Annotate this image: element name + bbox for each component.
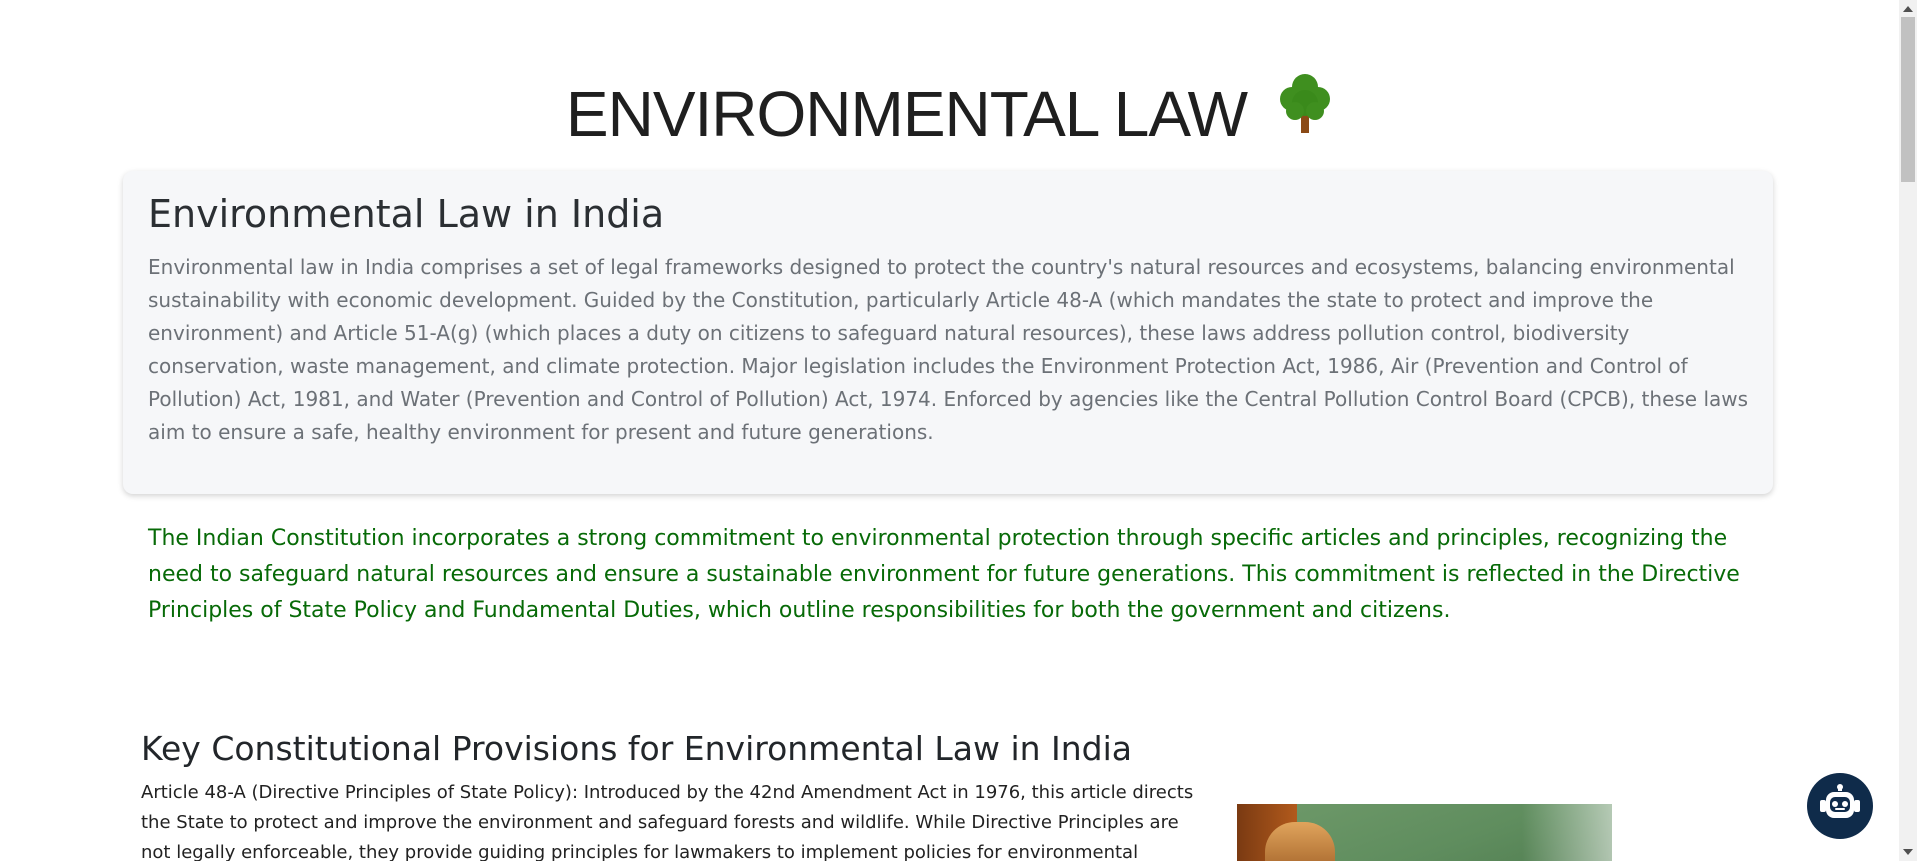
article-48a-text: Article 48-A (Directive Principles of St… xyxy=(141,782,1194,861)
site-title-text: ENVIRONMENTAL LAW xyxy=(565,77,1248,150)
page: ENVIRONMENTAL LAW Environmental Law in I… xyxy=(0,0,1899,861)
gavel-head xyxy=(1265,822,1335,861)
intro-body: Environmental law in India comprises a s… xyxy=(148,255,1749,444)
intro-card: Environmental Law in India Environmental… xyxy=(123,171,1773,494)
site-title: ENVIRONMENTAL LAW xyxy=(0,71,1899,162)
light-glow xyxy=(1522,804,1612,861)
chatbot-button[interactable] xyxy=(1807,773,1873,839)
scroll-up-arrow-icon[interactable] xyxy=(1903,6,1913,12)
scroll-down-arrow-icon[interactable] xyxy=(1903,849,1913,855)
gavel-image xyxy=(1237,804,1612,861)
vertical-scrollbar[interactable] xyxy=(1899,0,1917,861)
robot-icon xyxy=(1818,784,1862,828)
provisions-section: Key Constitutional Provisions for Enviro… xyxy=(141,726,1201,861)
tree-icon xyxy=(1277,70,1333,156)
scrollbar-thumb[interactable] xyxy=(1901,17,1915,182)
provisions-heading: Key Constitutional Provisions for Enviro… xyxy=(141,729,1133,768)
commitment-text: The Indian Constitution incorporates a s… xyxy=(148,526,1740,623)
intro-heading: Environmental Law in India xyxy=(148,192,665,236)
